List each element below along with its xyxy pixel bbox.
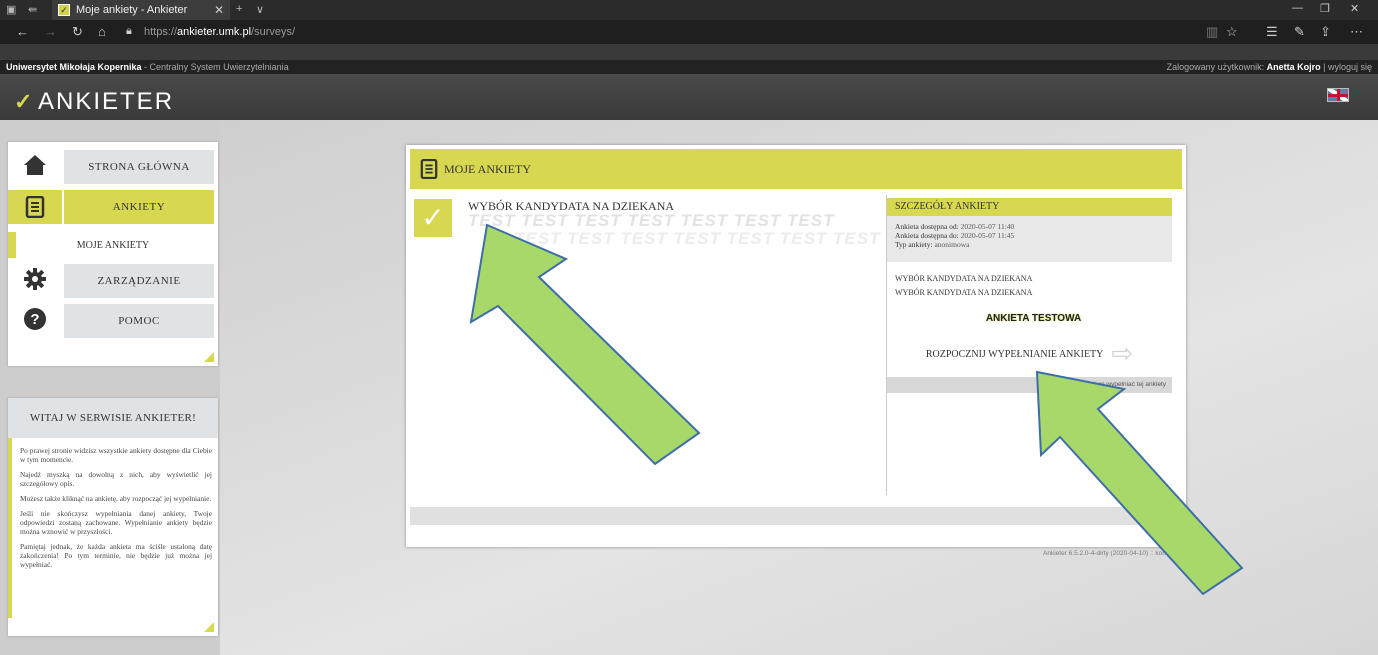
surveys-header: MOJE ANKIETY bbox=[410, 149, 1182, 189]
lock-icon[interactable]: 🔒︎ bbox=[126, 25, 132, 38]
details-title: SZCZEGÓŁY ANKIETY bbox=[887, 198, 1172, 216]
version-text: Ankieter 6.5.2.0-4-dirty (2020-04-10) ::… bbox=[1043, 550, 1177, 557]
welcome-paragraph: Po prawej stronie widzisz wszystkie anki… bbox=[20, 446, 212, 464]
home-icon bbox=[8, 146, 62, 184]
test-watermark: TEST TEST TEST TEST TEST TEST TEST bbox=[468, 211, 835, 230]
minimize-icon[interactable]: — bbox=[1292, 2, 1303, 14]
top-spacer bbox=[0, 44, 1378, 60]
tab-close-icon[interactable]: ✕ bbox=[214, 3, 230, 17]
survey-item[interactable]: TEST TEST TEST TEST TEST TEST TEST TEST … bbox=[414, 195, 884, 248]
main-nav: STRONA GŁÓWNA ANKIETY MOJE ANKIETY ZARZĄ… bbox=[8, 142, 218, 366]
tab-menu-icon[interactable]: ∨ bbox=[256, 3, 264, 16]
favicon-icon: ✓ bbox=[58, 4, 70, 16]
nav-item-label: ZARZĄDZANIE bbox=[64, 264, 214, 298]
new-tab-button[interactable]: + bbox=[236, 3, 242, 15]
panel-footer bbox=[410, 507, 1182, 525]
decline-survey-link[interactable]: Nie chcę wypełniać tej ankiety bbox=[887, 377, 1172, 393]
university-bar: Uniwersytet Mikołaja Kopernika - Central… bbox=[0, 60, 1378, 74]
nav-subitem-my-surveys[interactable]: MOJE ANKIETY bbox=[8, 232, 218, 258]
back-icon[interactable]: ← bbox=[16, 24, 29, 39]
page-title: MOJE ANKIETY bbox=[444, 161, 531, 176]
list-icon bbox=[8, 190, 62, 224]
tab-back-icon[interactable]: ⇚ bbox=[28, 3, 37, 16]
surveys-panel: MOJE ANKIETY TEST TEST TEST TEST TEST TE… bbox=[406, 145, 1186, 547]
home-browser-icon[interactable]: ⌂ bbox=[98, 24, 106, 39]
reading-view-icon[interactable]: ▥ bbox=[1206, 24, 1218, 40]
address-bar: ← → ↻ ⌂ 🔒︎ https://ankieter.umk.pl/surve… bbox=[0, 20, 1378, 44]
nav-item-label: POMOC bbox=[64, 304, 214, 338]
site-header: ✓ ANKIETER bbox=[0, 74, 1378, 120]
nav-item-home[interactable]: STRONA GŁÓWNA bbox=[8, 146, 218, 184]
logo-check-icon: ✓ bbox=[14, 89, 33, 114]
test-watermark: TEST TEST TEST TEST TEST TEST TEST bbox=[514, 229, 881, 248]
close-window-icon[interactable]: ✕ bbox=[1350, 2, 1359, 15]
forward-icon[interactable]: → bbox=[44, 24, 57, 39]
share-icon[interactable]: ⇪ bbox=[1320, 24, 1331, 40]
panel-corner bbox=[204, 352, 214, 362]
gear-icon bbox=[8, 260, 62, 298]
favorites-list-icon[interactable]: ☰ bbox=[1266, 24, 1278, 40]
university-name: Uniwersytet Mikołaja Kopernika bbox=[6, 62, 142, 72]
favorite-star-icon[interactable]: ☆ bbox=[1226, 24, 1238, 40]
nav-item-management[interactable]: ZARZĄDZANIE bbox=[8, 260, 218, 298]
restore-icon[interactable]: ❐ bbox=[1320, 2, 1330, 15]
user-name: Anetta Kojro bbox=[1266, 62, 1321, 72]
start-survey-button[interactable]: ROZPOCZNIJ WYPEŁNIANIE ANKIETY ⇨ bbox=[887, 338, 1172, 370]
tab-title: Moje ankiety - Ankieter bbox=[76, 4, 188, 16]
details-meta: Ankieta dostępna od: 2020-05-07 11:40 An… bbox=[887, 216, 1172, 262]
panel-corner bbox=[204, 622, 214, 632]
browser-tab[interactable]: ✓ Moje ankiety - Ankieter ✕ bbox=[52, 0, 230, 20]
logged-label: Zalogowany użytkownik: bbox=[1166, 62, 1267, 72]
arrow-right-icon: ⇨ bbox=[1111, 339, 1134, 368]
more-icon[interactable]: ⋯ bbox=[1350, 24, 1363, 40]
browser-tab-bar: ▣ ⇚ ✓ Moje ankiety - Ankieter ✕ + ∨ — ❐ … bbox=[0, 0, 1378, 20]
survey-details: SZCZEGÓŁY ANKIETY Ankieta dostępna od: 2… bbox=[887, 198, 1172, 398]
test-survey-label: ANKIETA TESTOWA bbox=[985, 313, 1082, 324]
welcome-paragraph: Najedź myszką na dowolną z nich, aby wyś… bbox=[20, 470, 212, 488]
welcome-paragraph: Możesz także kliknąć na ankietę, aby roz… bbox=[20, 494, 212, 503]
uk-flag-icon[interactable] bbox=[1327, 88, 1349, 102]
nav-item-label: ANKIETY bbox=[64, 190, 214, 224]
welcome-panel: WITAJ W SERWISIE ANKIETER! Po prawej str… bbox=[8, 398, 218, 636]
welcome-body: Po prawej stronie widzisz wszystkie anki… bbox=[8, 438, 218, 618]
svg-text:?: ? bbox=[30, 311, 39, 328]
nav-item-surveys[interactable]: ANKIETY bbox=[8, 186, 218, 224]
system-name: - Centralny System Uwierzytelniania bbox=[141, 62, 289, 72]
pen-icon[interactable]: ✎ bbox=[1294, 24, 1305, 40]
list-icon bbox=[420, 159, 438, 179]
details-description: WYBÓR KANDYDATA NA DZIEKANA WYBÓR KANDYD… bbox=[887, 262, 1172, 326]
url-field[interactable]: https://ankieter.umk.pl/surveys/ bbox=[144, 23, 295, 41]
logo[interactable]: ✓ ANKIETER bbox=[14, 88, 174, 116]
refresh-icon[interactable]: ↻ bbox=[72, 24, 83, 40]
survey-name: WYBÓR KANDYDATA NA DZIEKANA bbox=[468, 199, 675, 213]
start-survey-label: ROZPOCZNIJ WYPEŁNIANIE ANKIETY bbox=[925, 348, 1104, 360]
help-icon: ? bbox=[8, 300, 62, 338]
logout-link[interactable]: wyloguj się bbox=[1328, 62, 1372, 72]
welcome-paragraph: Pamiętaj jednak, że każda ankieta ma ści… bbox=[20, 542, 212, 569]
welcome-paragraph: Jeśli nie skończysz wypełniania danej an… bbox=[20, 509, 212, 536]
welcome-title: WITAJ W SERWISIE ANKIETER! bbox=[8, 398, 218, 438]
check-icon: ✓ bbox=[414, 199, 452, 237]
nav-item-label: STRONA GŁÓWNA bbox=[64, 150, 214, 184]
panel-corner bbox=[1172, 533, 1182, 543]
tab-actions-icon[interactable]: ▣ bbox=[6, 3, 16, 16]
nav-item-help[interactable]: ? POMOC bbox=[8, 300, 218, 338]
